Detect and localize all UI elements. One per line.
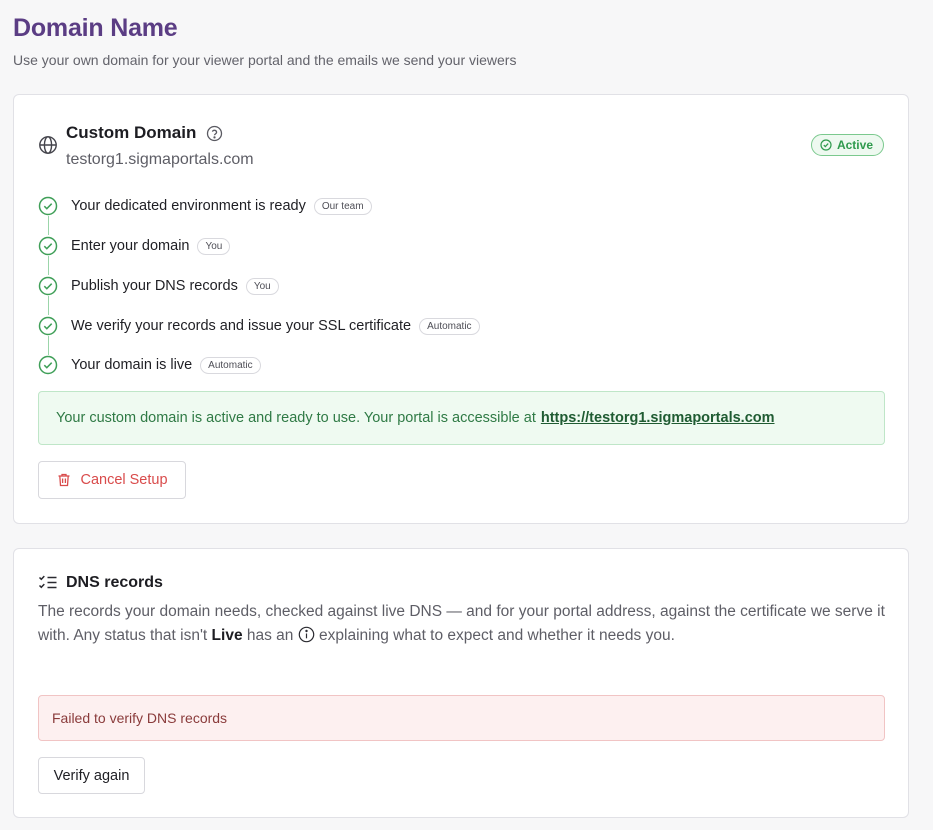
- step-label: We verify your records and issue your SS…: [71, 318, 412, 334]
- step-label: Your dedicated environment is ready: [71, 198, 306, 214]
- dns-desc-text: explaining what to expect and whether it…: [314, 627, 675, 644]
- custom-domain-value: testorg1.sigmaportals.com: [66, 151, 254, 168]
- error-message: Failed to verify DNS records: [52, 710, 228, 726]
- page-title: Domain Name: [13, 14, 178, 42]
- error-alert: Failed to verify DNS records: [38, 695, 885, 741]
- step-owner-tag: Our team: [313, 197, 372, 215]
- check-circle-icon: [38, 276, 58, 296]
- dns-records-description: The records your domain needs, checked a…: [38, 600, 888, 648]
- info-circle-icon: [298, 626, 315, 643]
- cancel-setup-label: Cancel Setup: [80, 472, 168, 488]
- check-circle-icon: [38, 355, 58, 375]
- check-circle-icon: [38, 316, 58, 336]
- step-owner-tag: You: [245, 277, 279, 295]
- dns-desc-text: has an: [242, 627, 298, 644]
- step-item: Publish your DNS records You: [38, 275, 279, 297]
- dns-records-title: DNS records: [66, 574, 163, 591]
- cancel-setup-button[interactable]: Cancel Setup: [38, 461, 186, 499]
- status-badge: Active: [810, 134, 884, 156]
- step-item: We verify your records and issue your SS…: [38, 315, 480, 337]
- check-circle-icon: [38, 236, 58, 256]
- globe-icon: [39, 136, 57, 154]
- help-circle-icon[interactable]: [206, 125, 223, 142]
- custom-domain-card: Custom Domain testorg1.sigmaportals.com …: [13, 94, 909, 524]
- check-circle-icon: [38, 196, 58, 216]
- step-item: Your dedicated environment is ready Our …: [38, 195, 372, 217]
- step-connector: [48, 256, 49, 275]
- dns-desc-live: Live: [211, 627, 243, 644]
- portal-link[interactable]: https://testorg1.sigmaportals.com: [541, 410, 775, 426]
- step-connector: [48, 336, 49, 355]
- step-connector: [48, 296, 49, 315]
- status-badge-label: Active: [836, 138, 873, 152]
- step-label: Your domain is live: [71, 357, 193, 373]
- verify-again-button[interactable]: Verify again: [38, 757, 145, 794]
- step-owner-tag: Automatic: [419, 317, 480, 335]
- success-message: Your custom domain is active and ready t…: [56, 410, 536, 426]
- step-owner-tag: Automatic: [200, 356, 261, 374]
- success-alert: Your custom domain is active and ready t…: [38, 391, 885, 445]
- step-label: Publish your DNS records: [71, 278, 238, 294]
- step-item: Your domain is live Automatic: [38, 354, 261, 376]
- checklist-icon: [38, 575, 57, 589]
- dns-records-card: DNS records The records your domain need…: [13, 548, 909, 818]
- step-label: Enter your domain: [71, 238, 190, 254]
- step-owner-tag: You: [197, 237, 231, 255]
- custom-domain-title: Custom Domain: [66, 123, 197, 142]
- check-circle-icon: [820, 139, 832, 151]
- trash-icon: [58, 473, 70, 487]
- setup-steps: Your dedicated environment is ready Our …: [38, 195, 638, 385]
- page-subtitle: Use your own domain for your viewer port…: [13, 52, 517, 68]
- step-item: Enter your domain You: [38, 235, 231, 257]
- step-connector: [48, 216, 49, 235]
